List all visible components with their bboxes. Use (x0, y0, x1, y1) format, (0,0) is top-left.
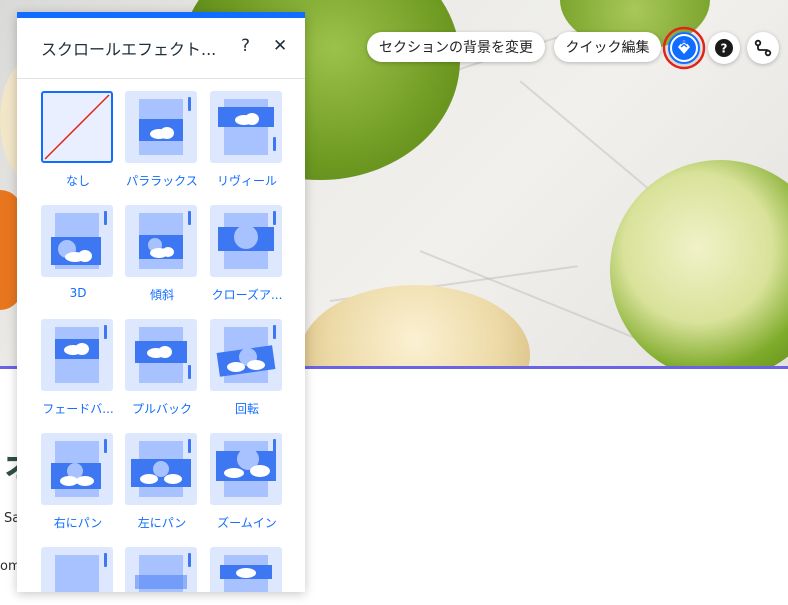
effect-option-tilt[interactable]: 傾斜 (125, 205, 199, 303)
effect-option[interactable] (41, 547, 115, 592)
effect-thumbnail (210, 91, 282, 163)
highlight-ring (662, 26, 706, 70)
effect-option-parallax[interactable]: パララックス (125, 91, 199, 189)
change-section-background-button[interactable]: セクションの背景を変更 (367, 32, 545, 62)
effect-thumbnail (41, 547, 113, 592)
effect-thumbnail (210, 319, 282, 391)
quick-edit-button[interactable]: クイック編集 (554, 32, 661, 62)
effect-thumbnail (125, 433, 197, 505)
effect-option-zoom-in[interactable]: ズームイン (210, 433, 284, 531)
effect-option-3d[interactable]: 3D (41, 205, 115, 300)
effect-thumbnail (210, 433, 282, 505)
effect-option-reveal[interactable]: リヴィール (210, 91, 284, 189)
effect-option-fade-back[interactable]: フェードバ... (41, 319, 115, 417)
effect-thumbnail (41, 91, 113, 163)
scroll-effects-panel: スクロールエフェクト... ? ✕ なし パララックス リヴィール 3D 傾斜 … (17, 12, 305, 592)
effect-label: フェードバ... (42, 402, 114, 416)
close-icon[interactable]: ✕ (273, 36, 287, 56)
effect-label: 回転 (234, 402, 259, 416)
lime-peel-image (610, 160, 788, 368)
effect-thumbnail (125, 91, 197, 163)
connect-button[interactable] (747, 32, 779, 64)
effect-thumbnail (41, 205, 113, 277)
effect-label: なし (65, 174, 90, 188)
effect-thumbnail (125, 547, 197, 592)
effect-label: ズームイン (217, 516, 277, 530)
effect-label: プルバック (131, 402, 192, 416)
effect-option-none[interactable]: なし (41, 91, 115, 189)
help-icon[interactable]: ? (241, 36, 250, 56)
effect-label: 傾斜 (149, 288, 174, 302)
effect-option-pull-back[interactable]: プルバック (125, 319, 199, 417)
effect-option-close-up[interactable]: クローズア... (210, 205, 284, 303)
effect-thumbnail (210, 205, 282, 277)
effect-thumbnail (125, 205, 197, 277)
panel-header: スクロールエフェクト... ? ✕ (17, 18, 305, 79)
effect-label: リヴィール (216, 174, 277, 188)
effect-thumbnail (210, 547, 282, 592)
effect-thumbnail (125, 319, 197, 391)
effect-label: 左にパン (137, 516, 187, 530)
effect-thumbnail (41, 433, 113, 505)
effect-option[interactable] (210, 547, 284, 592)
effect-option[interactable] (125, 547, 199, 592)
effect-option-rotate[interactable]: 回転 (210, 319, 284, 417)
effect-label: パララックス (126, 174, 198, 188)
effect-thumbnail (41, 319, 113, 391)
effect-label: 3D (69, 286, 87, 300)
panel-title: スクロールエフェクト... (41, 40, 217, 59)
svg-text:?: ? (721, 42, 728, 56)
effect-option-pan-right[interactable]: 右にパン (41, 433, 115, 531)
help-button[interactable]: ? (708, 32, 740, 64)
effect-label: 右にパン (53, 516, 103, 530)
help-icon: ? (715, 39, 733, 57)
effect-label: クローズア... (211, 288, 283, 302)
effect-option-pan-left[interactable]: 左にパン (125, 433, 199, 531)
connect-icon (754, 39, 772, 57)
